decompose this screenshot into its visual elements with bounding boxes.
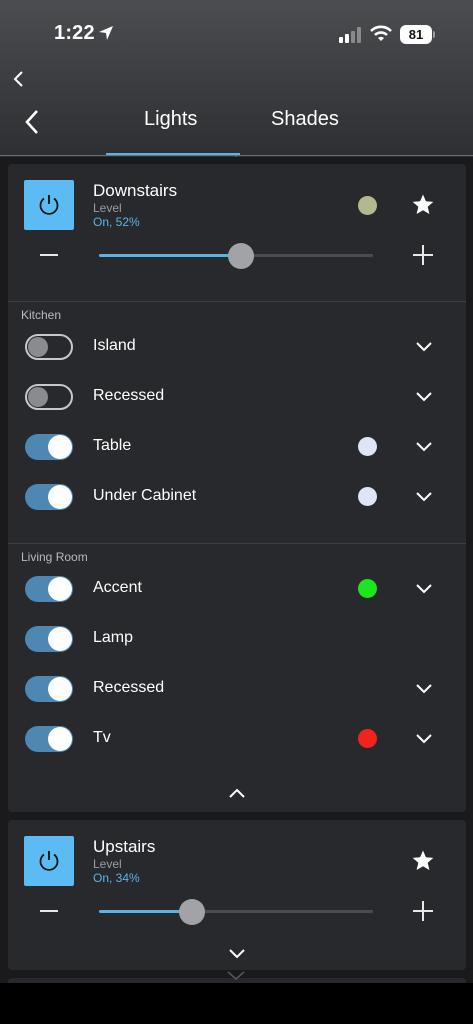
light-row: Lamp: [8, 614, 466, 664]
chevron-down-icon[interactable]: [415, 391, 433, 403]
group-status: On, 34%: [93, 871, 140, 885]
toggle-knob: [28, 387, 48, 407]
chevron-down-indicator-icon: [227, 971, 245, 980]
group-title: Downstairs: [93, 181, 178, 200]
light-label: Recessed: [93, 387, 165, 404]
group-level-label: Level: [93, 201, 122, 215]
back-button[interactable]: [22, 108, 42, 136]
battery-nub: [433, 31, 435, 38]
toggle-knob: [48, 435, 72, 459]
light-toggle[interactable]: [25, 434, 73, 460]
slider-fill: [99, 254, 242, 257]
group-card-downstairs: Downstairs Level On, 52% Kitchen Island R…: [8, 164, 466, 812]
chevron-up-icon[interactable]: [228, 787, 246, 799]
wifi-icon: [370, 25, 392, 41]
section-divider: [8, 543, 466, 544]
tab-shades[interactable]: Shades: [271, 108, 339, 131]
toggle-knob: [48, 727, 72, 751]
decrease-level-button[interactable]: [40, 910, 58, 912]
power-button-downstairs[interactable]: [24, 180, 74, 230]
light-row: Accent: [8, 564, 466, 614]
back-small-icon[interactable]: [11, 70, 27, 88]
light-row: Table: [8, 422, 466, 472]
star-favorite-icon[interactable]: [411, 193, 435, 217]
bottom-bar: [0, 983, 473, 1024]
toggle-knob: [48, 577, 72, 601]
battery-icon: 81: [400, 25, 432, 44]
light-toggle[interactable]: [25, 726, 73, 752]
tab-lights[interactable]: Lights: [144, 108, 197, 131]
location-arrow-icon: [99, 26, 113, 40]
toggle-knob: [48, 485, 72, 509]
light-label: Table: [93, 437, 132, 454]
content-area: Downstairs Level On, 52% Kitchen Island R…: [0, 157, 473, 1024]
toggle-knob: [48, 677, 72, 701]
group-level-label: Level: [93, 857, 122, 871]
chevron-down-icon[interactable]: [415, 683, 433, 695]
power-button-upstairs[interactable]: [24, 836, 74, 886]
color-swatch[interactable]: [358, 487, 377, 506]
room-label-living-room: Living Room: [21, 550, 88, 564]
light-toggle[interactable]: [25, 576, 73, 602]
toggle-knob: [28, 337, 48, 357]
light-label: Recessed: [93, 679, 165, 696]
color-swatch[interactable]: [358, 729, 377, 748]
light-row: Recessed: [8, 664, 466, 714]
light-toggle[interactable]: [25, 626, 73, 652]
light-toggle[interactable]: [25, 384, 73, 410]
light-label: Island: [93, 337, 136, 354]
light-row: Tv: [8, 714, 466, 764]
light-row: Island: [8, 322, 466, 372]
level-slider[interactable]: [99, 899, 373, 925]
app-header: 1:22 81 Lights Shades: [0, 0, 473, 165]
decrease-level-button[interactable]: [40, 254, 58, 256]
cellular-signal-icon: [339, 27, 363, 43]
group-status: On, 52%: [93, 215, 140, 229]
power-icon: [39, 851, 59, 871]
toggle-knob: [48, 627, 72, 651]
light-label: Accent: [93, 579, 142, 596]
light-toggle[interactable]: [25, 676, 73, 702]
increase-level-button[interactable]: [413, 901, 433, 921]
chevron-down-icon[interactable]: [415, 441, 433, 453]
increase-level-button[interactable]: [413, 245, 433, 265]
color-swatch[interactable]: [358, 196, 377, 215]
light-toggle[interactable]: [25, 334, 73, 360]
section-divider: [8, 301, 466, 302]
color-swatch[interactable]: [358, 437, 377, 456]
status-time: 1:22: [54, 22, 95, 44]
chevron-down-icon[interactable]: [228, 948, 246, 960]
group-title: Upstairs: [93, 837, 156, 856]
light-label: Under Cabinet: [93, 487, 197, 504]
power-icon: [39, 195, 59, 215]
chevron-down-icon[interactable]: [415, 733, 433, 745]
light-label: Tv: [93, 729, 111, 746]
star-favorite-icon[interactable]: [411, 849, 435, 873]
light-row: Under Cabinet: [8, 472, 466, 522]
light-label: Lamp: [93, 629, 134, 646]
group-card-upstairs: Upstairs Level On, 34%: [8, 820, 466, 970]
light-row: Recessed: [8, 372, 466, 422]
chevron-down-icon[interactable]: [415, 491, 433, 503]
chevron-down-icon[interactable]: [415, 341, 433, 353]
light-toggle[interactable]: [25, 484, 73, 510]
slider-thumb[interactable]: [179, 899, 206, 925]
level-slider[interactable]: [99, 243, 373, 269]
color-swatch[interactable]: [358, 579, 377, 598]
slider-thumb[interactable]: [228, 243, 255, 269]
chevron-down-icon[interactable]: [415, 583, 433, 595]
room-label-kitchen: Kitchen: [21, 308, 62, 322]
